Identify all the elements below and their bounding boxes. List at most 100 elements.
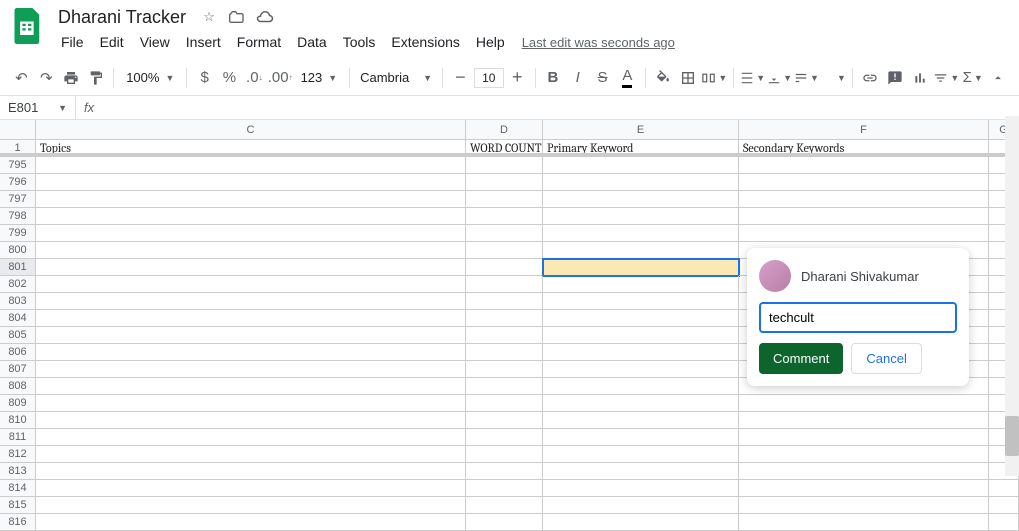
cell[interactable] (466, 310, 543, 327)
cell[interactable] (739, 174, 989, 191)
valign-button[interactable]: ▼ (767, 65, 792, 91)
cell[interactable] (36, 225, 466, 242)
cell[interactable] (466, 463, 543, 480)
cell[interactable] (739, 480, 989, 497)
cell[interactable] (36, 429, 466, 446)
sheets-logo[interactable] (8, 6, 48, 46)
cell[interactable] (466, 480, 543, 497)
cell[interactable] (739, 446, 989, 463)
cell[interactable] (36, 344, 466, 361)
cell[interactable] (466, 293, 543, 310)
formula-input[interactable] (102, 96, 1019, 119)
row-header[interactable]: 808 (0, 378, 36, 395)
menu-format[interactable]: Format (230, 32, 288, 52)
fill-color-button[interactable] (652, 65, 675, 91)
cell[interactable] (36, 174, 466, 191)
cell[interactable] (466, 429, 543, 446)
halign-button[interactable]: ▼ (740, 65, 765, 91)
wrap-button[interactable]: ▼ (794, 65, 819, 91)
row-header[interactable]: 804 (0, 310, 36, 327)
cell[interactable] (543, 480, 739, 497)
borders-button[interactable] (677, 65, 700, 91)
undo-button[interactable]: ↶ (10, 65, 33, 91)
cell[interactable] (466, 225, 543, 242)
cell[interactable] (36, 310, 466, 327)
cell[interactable] (543, 412, 739, 429)
cell[interactable] (466, 276, 543, 293)
cell[interactable] (36, 480, 466, 497)
cell[interactable] (543, 191, 739, 208)
percent-button[interactable]: % (218, 65, 241, 91)
merge-button[interactable]: ▼ (701, 65, 727, 91)
cell[interactable] (739, 463, 989, 480)
row-header[interactable]: 805 (0, 327, 36, 344)
cell[interactable] (543, 242, 739, 259)
cell[interactable] (739, 514, 989, 531)
row-header[interactable]: 800 (0, 242, 36, 259)
bold-button[interactable]: B (541, 65, 564, 91)
functions-button[interactable]: Σ▼ (961, 65, 984, 91)
row-header[interactable]: 816 (0, 514, 36, 531)
col-header-D[interactable]: D (466, 120, 543, 139)
cell[interactable] (466, 242, 543, 259)
cell[interactable] (543, 463, 739, 480)
print-button[interactable] (60, 65, 83, 91)
cell[interactable] (36, 276, 466, 293)
row-header[interactable]: 810 (0, 412, 36, 429)
select-all-corner[interactable] (0, 120, 36, 139)
cell[interactable] (543, 276, 739, 293)
menu-data[interactable]: Data (290, 32, 334, 52)
row-header[interactable]: 802 (0, 276, 36, 293)
cell[interactable] (36, 157, 466, 174)
cell[interactable] (739, 157, 989, 174)
cell[interactable] (989, 514, 1019, 531)
cell[interactable] (543, 157, 739, 174)
cell[interactable] (466, 208, 543, 225)
link-button[interactable] (859, 65, 882, 91)
row-header[interactable]: 798 (0, 208, 36, 225)
cell[interactable] (466, 157, 543, 174)
name-box[interactable]: E801▼ (0, 96, 76, 119)
hide-menus-button[interactable] (986, 65, 1009, 91)
menu-extensions[interactable]: Extensions (384, 32, 466, 52)
cell[interactable] (739, 191, 989, 208)
cell[interactable] (466, 378, 543, 395)
currency-button[interactable]: $ (193, 65, 216, 91)
cell[interactable] (739, 208, 989, 225)
font-size-input[interactable]: 10 (474, 68, 504, 88)
cell[interactable] (36, 514, 466, 531)
paint-format-button[interactable] (84, 65, 107, 91)
row-header[interactable]: 797 (0, 191, 36, 208)
last-edit-link[interactable]: Last edit was seconds ago (522, 35, 675, 50)
vertical-scrollbar[interactable] (1005, 116, 1019, 476)
text-color-button[interactable]: A (616, 65, 639, 91)
cell[interactable] (36, 446, 466, 463)
cell[interactable] (466, 344, 543, 361)
cell[interactable] (36, 191, 466, 208)
menu-tools[interactable]: Tools (336, 32, 383, 52)
cloud-icon[interactable] (256, 8, 274, 26)
cell[interactable] (36, 395, 466, 412)
filter-button[interactable]: ▼ (933, 65, 959, 91)
col-header-C[interactable]: C (36, 120, 466, 139)
font-size-increase[interactable]: + (506, 65, 529, 91)
col-header-F[interactable]: F (739, 120, 989, 139)
cell[interactable] (543, 361, 739, 378)
zoom-select[interactable]: 100%▼ (120, 70, 180, 85)
comment-button[interactable] (884, 65, 907, 91)
cell[interactable] (36, 259, 466, 276)
rotate-button[interactable]: ▼ (821, 65, 846, 91)
font-select[interactable]: Cambria▼ (356, 68, 436, 87)
cell[interactable] (36, 208, 466, 225)
row-header[interactable]: 799 (0, 225, 36, 242)
cell[interactable] (466, 446, 543, 463)
star-icon[interactable]: ☆ (200, 8, 218, 26)
cell[interactable] (543, 225, 739, 242)
redo-button[interactable]: ↷ (35, 65, 58, 91)
cell[interactable] (543, 208, 739, 225)
cell[interactable] (466, 327, 543, 344)
italic-button[interactable]: I (566, 65, 589, 91)
cell[interactable] (543, 259, 739, 276)
cell[interactable] (543, 378, 739, 395)
cell[interactable] (36, 242, 466, 259)
